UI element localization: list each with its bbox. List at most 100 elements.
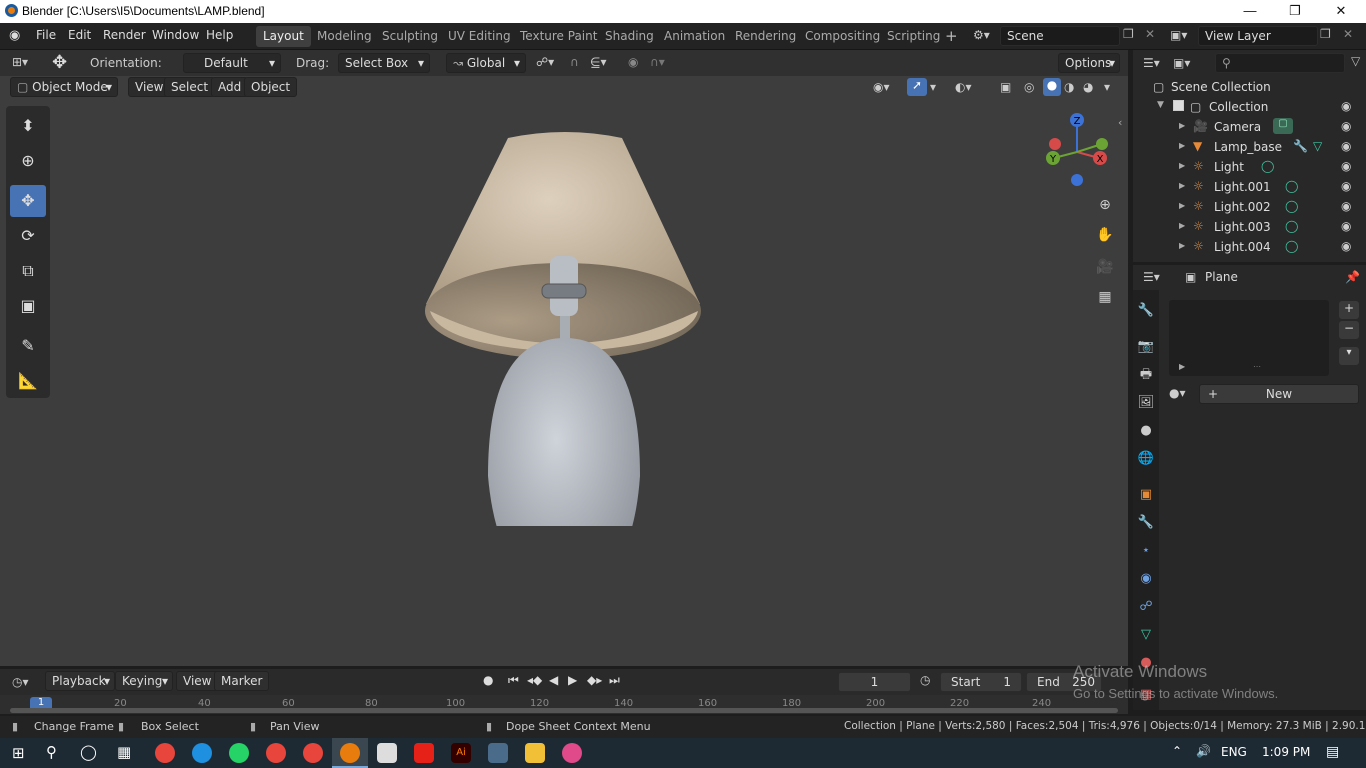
solid-shading-icon[interactable]: ● <box>1043 78 1061 96</box>
remove-slot-button[interactable]: − <box>1339 321 1359 339</box>
outliner-collection[interactable]: ▼ ▢ Collection ◉ <box>1133 97 1366 117</box>
filter-icon[interactable]: ▽ <box>1351 54 1360 68</box>
physics-tab-icon[interactable]: ◉ <box>1137 570 1155 588</box>
menu-file[interactable]: File <box>36 28 56 42</box>
rotate-tool[interactable]: ⟳ <box>10 220 46 252</box>
ortho-grid-icon[interactable]: ▦ <box>1093 285 1117 309</box>
proportional-edit-icon[interactable]: ◉ <box>628 55 638 69</box>
tab-layout[interactable]: Layout <box>256 26 311 47</box>
slot-specials-icon[interactable]: ▾ <box>1339 347 1359 365</box>
minimize-button[interactable]: — <box>1227 0 1273 23</box>
cortana-icon[interactable]: ◯ <box>80 743 97 761</box>
task-view-icon[interactable]: ▦ <box>117 743 131 761</box>
start-frame-field[interactable]: Start 1 <box>940 672 1022 692</box>
3d-viewport[interactable]: ▢ Object Mode ▾ View Select Add Object ◉▾… <box>0 76 1128 666</box>
outliner-item-camera[interactable]: ▶ 🎥 Camera ▢ ◉ <box>1133 117 1366 137</box>
resize-handle-icon[interactable]: ⋯ <box>1253 362 1261 371</box>
falloff-icon[interactable]: ∩▾ <box>650 55 665 69</box>
tab-compositing[interactable]: Compositing <box>798 26 887 47</box>
prev-keyframe-icon[interactable]: ◂◆ <box>527 673 542 687</box>
eye-icon[interactable]: ◉ <box>1341 139 1351 153</box>
new-scene-icon[interactable]: ❐ <box>1123 27 1134 41</box>
outliner-item-lamp-base[interactable]: ▶ ▼ Lamp_base 🔧 ▽ ◉ <box>1133 137 1366 157</box>
keying-dropdown[interactable]: Keying ▾ <box>115 671 173 691</box>
eye-icon[interactable]: ◉ <box>1341 159 1351 173</box>
viewport-menu-object[interactable]: Object <box>244 77 298 97</box>
output-tab-icon[interactable]: 🖶 <box>1137 366 1155 384</box>
scene-name-field[interactable]: Scene <box>1000 26 1120 46</box>
material-shading-icon[interactable]: ◑ <box>1064 80 1074 94</box>
viewport-menu-add[interactable]: Add <box>211 77 249 97</box>
eye-icon[interactable]: ◉ <box>1341 99 1351 113</box>
new-view-layer-icon[interactable]: ❐ <box>1320 27 1331 41</box>
eye-icon[interactable]: ◉ <box>1341 219 1351 233</box>
jump-start-icon[interactable]: ⏮ <box>508 673 519 688</box>
language-indicator[interactable]: ENG <box>1221 745 1247 759</box>
rendered-shading-icon[interactable]: ◕ <box>1083 80 1093 94</box>
edge-icon[interactable] <box>192 743 212 763</box>
new-material-button[interactable]: + New <box>1199 384 1359 404</box>
tab-scripting[interactable]: Scripting <box>880 26 947 47</box>
outliner-type-icon[interactable]: ☰▾ <box>1143 56 1160 70</box>
properties-type-icon[interactable]: ☰▾ <box>1143 270 1160 284</box>
eye-icon[interactable]: ◉ <box>1341 199 1351 213</box>
play-icon[interactable]: ▶ <box>568 673 577 687</box>
annotate-tool[interactable]: ✎ <box>10 330 46 362</box>
timeline-ruler[interactable]: 1 20 40 60 80 100 120 140 160 180 200 22… <box>0 695 1128 714</box>
music-app-icon[interactable] <box>562 743 582 763</box>
settings-app-icon[interactable] <box>488 743 508 763</box>
eye-icon[interactable]: ◉ <box>1341 119 1351 133</box>
close-button[interactable]: ✕ <box>1318 0 1364 23</box>
lamp-model[interactable] <box>400 116 730 526</box>
play-reverse-icon[interactable]: ◀ <box>549 673 558 687</box>
youtube-icon[interactable] <box>414 743 434 763</box>
outliner-scene-collection[interactable]: ▢ Scene Collection <box>1133 77 1366 97</box>
add-workspace-icon[interactable]: + <box>945 27 958 45</box>
outliner-item-light-004[interactable]: ▶ ☼ Light.004 ◯ ◉ <box>1133 237 1366 257</box>
view-layer-field[interactable]: View Layer <box>1198 26 1318 46</box>
sidebar-toggle-icon[interactable]: ‹ <box>1118 116 1122 129</box>
clock[interactable]: 1:09 PM <box>1262 745 1310 759</box>
tab-modeling[interactable]: Modeling <box>310 26 379 47</box>
outliner-item-light-001[interactable]: ▶ ☼ Light.001 ◯ ◉ <box>1133 177 1366 197</box>
tab-animation[interactable]: Animation <box>657 26 732 47</box>
eye-icon[interactable]: ◉ <box>1341 179 1351 193</box>
blender-menu-icon[interactable]: ◉ <box>9 28 20 43</box>
view-layer-selector-icon[interactable]: ▣▾ <box>1170 28 1187 42</box>
gizmo-toggle-icon[interactable]: ➚ <box>907 78 927 96</box>
jump-end-icon[interactable]: ⏭ <box>609 673 620 688</box>
cursor-tool[interactable]: ⊕ <box>10 145 46 177</box>
photos-icon[interactable] <box>377 743 397 763</box>
measure-tool[interactable]: 📐 <box>10 365 46 397</box>
navigation-gizmo[interactable]: Z Y X <box>1040 112 1120 192</box>
snap-target-icon[interactable]: ⋸▾ <box>590 55 606 69</box>
search-icon[interactable]: ⚲ <box>46 743 57 761</box>
menu-window[interactable]: Window <box>152 28 199 42</box>
timeline-menu-view[interactable]: View <box>176 671 219 691</box>
xray-icon[interactable]: ▣ <box>1000 80 1011 94</box>
notifications-icon[interactable]: ▤ <box>1326 744 1339 760</box>
snap-icon[interactable]: ∩ <box>570 55 579 69</box>
chrome-profile-icon[interactable] <box>266 743 286 763</box>
move-tool[interactable]: ✥ <box>10 185 46 217</box>
timeline-editor-icon[interactable]: ◷▾ <box>12 675 29 689</box>
shading-options-icon[interactable]: ▾ <box>1104 80 1110 94</box>
overlays-icon[interactable]: ◐▾ <box>955 80 972 94</box>
outliner-item-light[interactable]: ▶ ☼ Light ◯ ◉ <box>1133 157 1366 177</box>
record-icon[interactable]: ● <box>483 673 493 687</box>
timeline-scrollbar[interactable] <box>10 708 1118 713</box>
scene-tab-icon[interactable]: ● <box>1137 422 1155 440</box>
file-explorer-icon[interactable] <box>525 743 545 763</box>
options-dropdown[interactable]: Options ▾ <box>1058 53 1120 73</box>
orientation-dropdown[interactable]: Default ▾ <box>183 53 281 73</box>
timeline-menu-marker[interactable]: Marker <box>214 671 270 691</box>
current-frame-field[interactable]: 1 <box>838 672 911 692</box>
illustrator-icon[interactable]: Ai <box>451 743 471 763</box>
tool-tab-icon[interactable]: 🔧 <box>1137 302 1155 320</box>
scene-selector-icon[interactable]: ⚙▾ <box>973 28 990 42</box>
editor-type-icon[interactable]: ⊞▾ <box>12 55 28 69</box>
tray-overflow-icon[interactable]: ⌃ <box>1172 744 1182 758</box>
tab-shading[interactable]: Shading <box>598 26 661 47</box>
pivot-point-icon[interactable]: ☍▾ <box>536 55 554 69</box>
transform-space-dropdown[interactable]: ↝ Global ▾ <box>446 53 526 73</box>
